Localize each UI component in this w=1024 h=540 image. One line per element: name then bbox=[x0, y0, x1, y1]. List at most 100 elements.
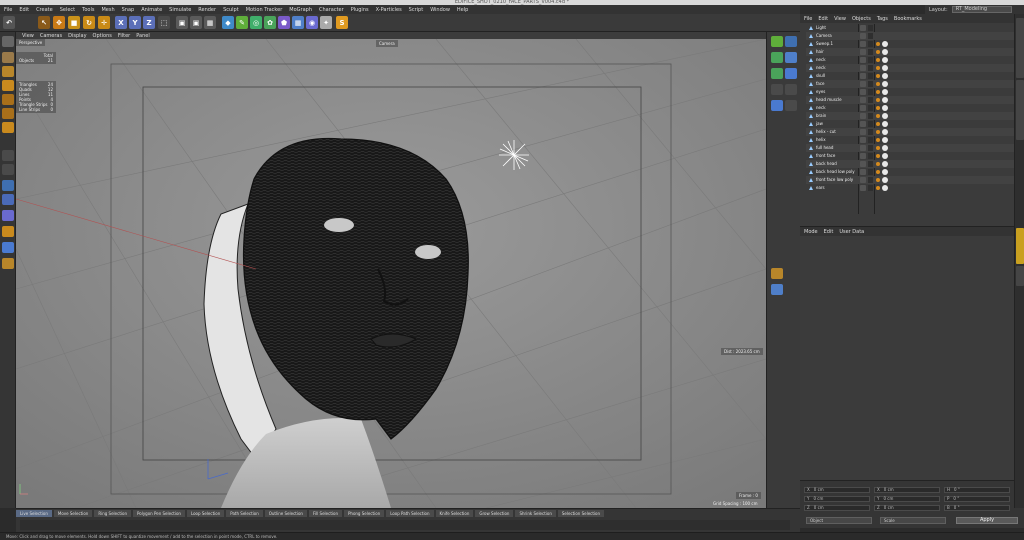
object-row[interactable]: Sweep.1 bbox=[806, 40, 1014, 48]
material-tag-icon[interactable] bbox=[882, 153, 888, 159]
content-browser-tab[interactable] bbox=[1016, 80, 1024, 140]
menu-item-window[interactable]: Window bbox=[430, 7, 450, 13]
phong-tag-icon[interactable] bbox=[876, 114, 880, 118]
tool-tab[interactable]: Selection Selection bbox=[557, 510, 605, 517]
tool-tab[interactable]: Shrink Selection bbox=[515, 510, 556, 517]
visibility-dots-icon[interactable] bbox=[860, 169, 866, 175]
mirror-icon[interactable] bbox=[785, 68, 797, 79]
coordinate-field[interactable]: B0 ° bbox=[944, 505, 1010, 511]
tool-tab[interactable]: Ring Selection bbox=[94, 510, 131, 517]
object-name[interactable]: ears bbox=[816, 184, 825, 192]
enable-checkbox[interactable] bbox=[868, 41, 873, 47]
enable-checkbox[interactable] bbox=[868, 153, 873, 159]
enable-checkbox[interactable] bbox=[868, 169, 873, 175]
object-name[interactable]: brain bbox=[816, 112, 826, 120]
material-tag-icon[interactable] bbox=[882, 113, 888, 119]
phong-tag-icon[interactable] bbox=[876, 130, 880, 134]
script-icon[interactable]: S bbox=[336, 16, 348, 29]
enable-checkbox[interactable] bbox=[868, 177, 873, 183]
object-name[interactable]: front face low poly bbox=[816, 176, 853, 184]
material-tag-icon[interactable] bbox=[882, 81, 888, 87]
object-row[interactable]: back head low poly bbox=[806, 168, 1014, 176]
enable-checkbox[interactable] bbox=[868, 105, 873, 111]
subdivision-surface-icon[interactable]: ◎ bbox=[250, 16, 262, 29]
visibility-dots-icon[interactable] bbox=[860, 185, 866, 191]
tool-tab[interactable]: Loop Selection bbox=[186, 510, 225, 517]
visibility-dots-icon[interactable] bbox=[860, 105, 866, 111]
visibility-dots-icon[interactable] bbox=[860, 49, 866, 55]
menu-item-help[interactable]: Help bbox=[457, 7, 468, 13]
enable-checkbox[interactable] bbox=[868, 81, 873, 87]
phong-tag-icon[interactable] bbox=[876, 66, 880, 70]
visibility-dots-icon[interactable] bbox=[860, 89, 866, 95]
menu-item-snap[interactable]: Snap bbox=[122, 7, 135, 13]
menu-item-motion-tracker[interactable]: Motion Tracker bbox=[246, 7, 283, 13]
viewport-menu-options[interactable]: Options bbox=[93, 33, 112, 39]
enable-checkbox[interactable] bbox=[868, 161, 873, 167]
object-row[interactable]: jaw bbox=[806, 120, 1014, 128]
phong-tag-icon[interactable] bbox=[876, 146, 880, 150]
viewport-menu-panel[interactable]: Panel bbox=[136, 33, 150, 39]
render-picture-viewer-icon[interactable]: ▣ bbox=[190, 16, 202, 29]
object-name[interactable]: neck bbox=[816, 56, 826, 64]
planar-workplane-icon[interactable] bbox=[2, 210, 14, 221]
object-name[interactable]: full head bbox=[816, 144, 833, 152]
spline-pen-icon[interactable]: ✎ bbox=[236, 16, 248, 29]
material-icon[interactable] bbox=[2, 258, 14, 269]
coordinate-field[interactable]: Z0 cm bbox=[874, 505, 940, 511]
object-row[interactable]: ears bbox=[806, 184, 1014, 192]
camera-view-icon[interactable] bbox=[785, 36, 797, 47]
phong-tag-icon[interactable] bbox=[876, 82, 880, 86]
object-name[interactable]: Sweep.1 bbox=[816, 40, 833, 48]
material-tag-icon[interactable] bbox=[882, 57, 888, 63]
object-row[interactable]: brain bbox=[806, 112, 1014, 120]
tool-tab[interactable]: Path Selection bbox=[226, 510, 263, 517]
phong-tag-icon[interactable] bbox=[876, 98, 880, 102]
enable-checkbox[interactable] bbox=[868, 113, 873, 119]
dimension-icon[interactable] bbox=[785, 52, 797, 63]
axis-mode-icon[interactable] bbox=[2, 150, 14, 161]
viewport-canvas[interactable] bbox=[16, 39, 766, 508]
attributes-menu-mode[interactable]: Mode bbox=[804, 229, 818, 235]
tweak-mode-icon[interactable] bbox=[2, 164, 14, 175]
object-row[interactable]: Light bbox=[806, 24, 1014, 32]
object-row[interactable]: hair bbox=[806, 48, 1014, 56]
phong-tag-icon[interactable] bbox=[876, 122, 880, 126]
material-tag-icon[interactable] bbox=[882, 73, 888, 79]
tool-tab[interactable]: Outline Selection bbox=[264, 510, 307, 517]
enable-checkbox[interactable] bbox=[868, 97, 873, 103]
layout-dropdown[interactable]: RT_Modeling bbox=[951, 6, 1012, 13]
coordinate-field[interactable]: X0 cm bbox=[874, 487, 940, 493]
viewport-menu-cameras[interactable]: Cameras bbox=[40, 33, 62, 39]
coordinate-field[interactable]: Z0 cm bbox=[804, 505, 870, 511]
phong-tag-icon[interactable] bbox=[876, 154, 880, 158]
object-row[interactable]: skull bbox=[806, 72, 1014, 80]
object-menu-view[interactable]: View bbox=[834, 16, 846, 22]
render-view-icon[interactable]: ▣ bbox=[176, 16, 188, 29]
enable-checkbox[interactable] bbox=[868, 121, 873, 127]
coordinate-system-icon[interactable]: ⬚ bbox=[158, 16, 170, 29]
workplane-icon[interactable] bbox=[2, 80, 14, 91]
material-tag-icon[interactable] bbox=[882, 145, 888, 151]
light-gizmo[interactable] bbox=[499, 140, 529, 170]
texture-mode-icon[interactable] bbox=[2, 66, 14, 77]
phong-tag-icon[interactable] bbox=[876, 42, 880, 46]
brush-icon[interactable] bbox=[771, 268, 783, 279]
make-editable-icon[interactable] bbox=[2, 36, 14, 47]
object-name[interactable]: helix - cut bbox=[816, 128, 836, 136]
material-tag-icon[interactable] bbox=[882, 169, 888, 175]
bevel-icon[interactable] bbox=[785, 84, 797, 95]
visibility-dots-icon[interactable] bbox=[860, 57, 866, 63]
object-row[interactable]: front face low poly bbox=[806, 176, 1014, 184]
phong-tag-icon[interactable] bbox=[876, 186, 880, 190]
visibility-dots-icon[interactable] bbox=[860, 121, 866, 127]
coordinate-field[interactable]: X0 cm bbox=[804, 487, 870, 493]
object-row[interactable]: full head bbox=[806, 144, 1014, 152]
object-name[interactable]: Camera bbox=[816, 32, 832, 40]
object-name[interactable]: back head low poly bbox=[816, 168, 855, 176]
enable-checkbox[interactable] bbox=[868, 57, 873, 63]
visibility-dots-icon[interactable] bbox=[860, 153, 866, 159]
enable-checkbox[interactable] bbox=[868, 33, 873, 39]
menu-item-select[interactable]: Select bbox=[60, 7, 75, 13]
array-icon[interactable]: ✿ bbox=[264, 16, 276, 29]
